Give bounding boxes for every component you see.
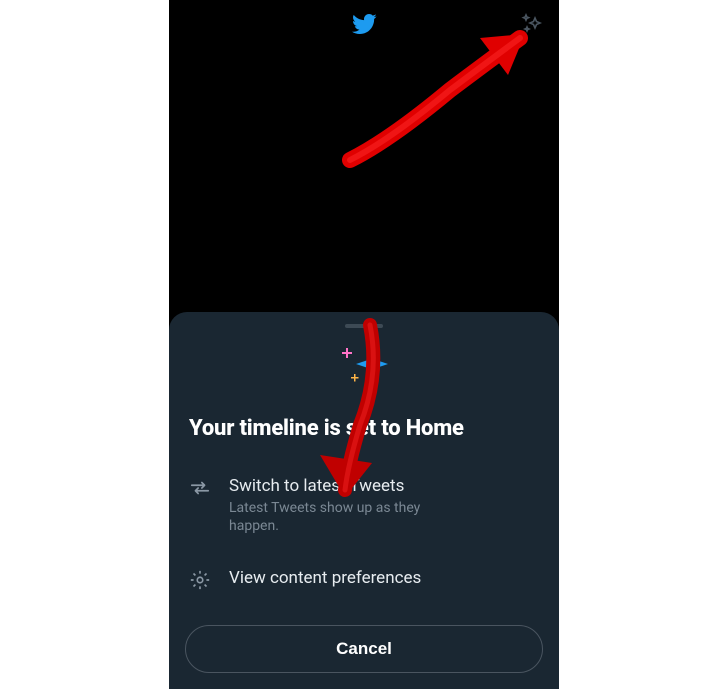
sheet-title: Your timeline is set to Home	[189, 416, 539, 441]
option-texts: Switch to latest Tweets Latest Tweets sh…	[229, 475, 539, 535]
option-secondary-label: Latest Tweets show up as they happen.	[229, 499, 429, 535]
content-preferences-option[interactable]: View content preferences	[185, 557, 543, 605]
option-texts: View content preferences	[229, 567, 539, 591]
option-primary-label: View content preferences	[229, 567, 539, 589]
sparkles-icon	[521, 12, 545, 36]
twitter-logo	[351, 11, 377, 41]
phone-frame: Your timeline is set to Home Switch to l…	[169, 0, 559, 689]
sheet-grabber[interactable]	[345, 324, 383, 328]
twitter-bird-icon	[351, 11, 377, 37]
cancel-button[interactable]: Cancel	[185, 625, 543, 673]
option-primary-label: Switch to latest Tweets	[229, 475, 539, 497]
gear-icon	[189, 569, 211, 595]
timeline-options-sheet: Your timeline is set to Home Switch to l…	[169, 312, 559, 689]
sparkles-illustration-icon	[336, 342, 392, 392]
swap-icon	[189, 477, 211, 503]
sparkles-illustration	[185, 342, 543, 392]
app-header	[169, 0, 559, 52]
switch-to-latest-option[interactable]: Switch to latest Tweets Latest Tweets sh…	[185, 465, 543, 545]
timeline-options-button[interactable]	[521, 12, 545, 40]
